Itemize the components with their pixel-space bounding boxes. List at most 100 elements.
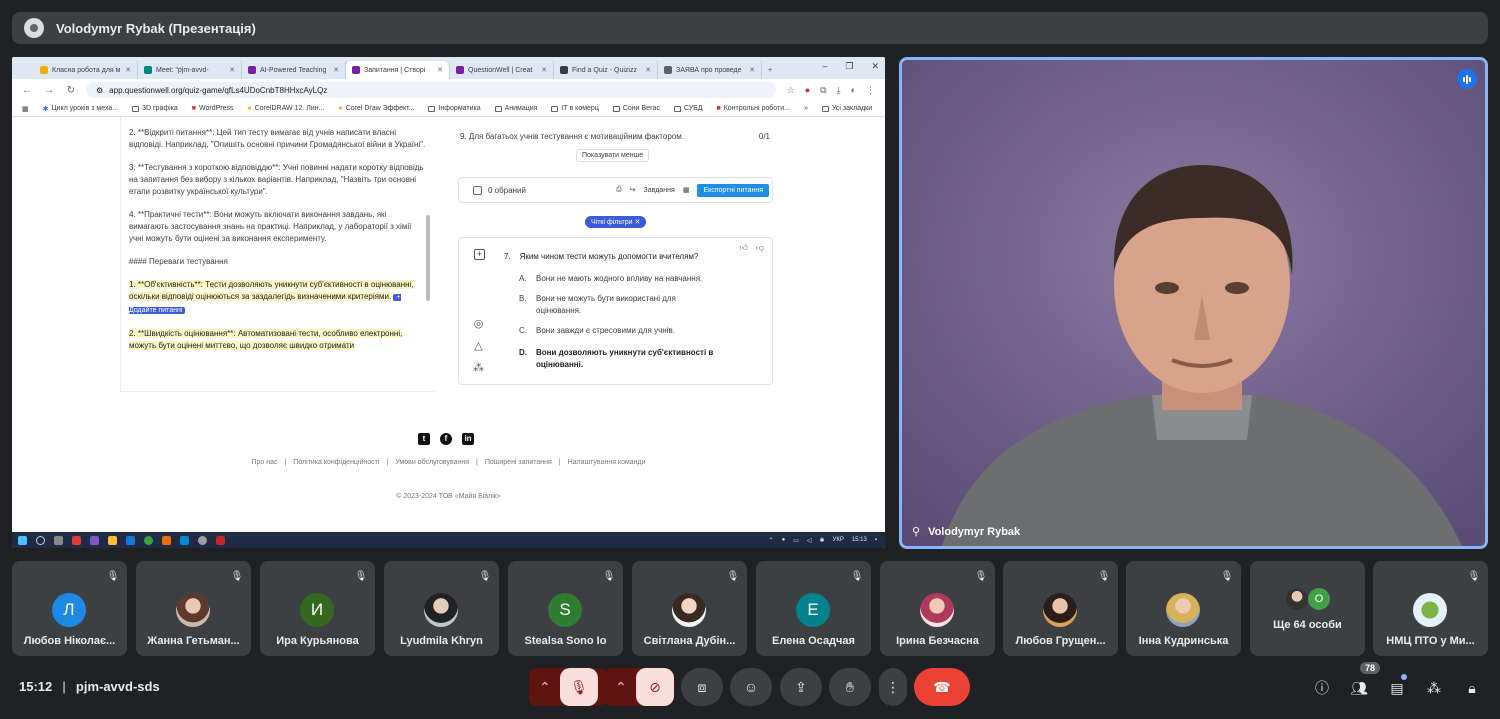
bookmark-item[interactable]: 3D графіка	[132, 105, 178, 112]
new-tab-icon[interactable]: +	[762, 61, 782, 79]
opera-extension-icon[interactable]: ●	[805, 85, 810, 96]
task-view-icon[interactable]	[54, 535, 63, 545]
bookmark-item[interactable]: ● Corel Draw Эффект...	[338, 105, 414, 112]
browser-tab[interactable]: Find a Quiz - Quizizz ✕	[554, 61, 658, 79]
extensions-icon[interactable]: ⧉	[820, 85, 826, 96]
bookmark-star-icon[interactable]: ☆	[787, 85, 795, 96]
folder-app-icon[interactable]	[108, 535, 117, 545]
bookmark-item[interactable]: ✱ Цикл уроків з меха...	[43, 105, 118, 113]
reload-icon[interactable]: ↻	[64, 85, 78, 96]
thumbs-down-icon[interactable]: 👎︎	[756, 243, 764, 253]
meeting-details-icon[interactable]: ⓘ	[1312, 678, 1332, 698]
mic-icon[interactable]: ●	[782, 537, 786, 543]
apps-grid-icon[interactable]: ▦	[22, 105, 29, 113]
activities-icon[interactable]: ⁂	[1424, 678, 1444, 698]
participant-tile[interactable]: 🎙︎ Ірина Безчасна	[880, 561, 995, 656]
difficulty-icon[interactable]: △	[472, 340, 485, 353]
thumbs-up-icon[interactable]: 👍︎	[740, 243, 748, 253]
back-icon[interactable]: ←	[20, 85, 34, 96]
close-icon[interactable]: ✕	[645, 66, 651, 74]
reactions-button[interactable]: ☺	[730, 668, 772, 706]
highlighted-paragraph[interactable]: 2. **Швидкість оцінювання**: Автоматизов…	[129, 328, 427, 352]
close-icon[interactable]: ✕	[125, 66, 131, 74]
footer-link[interactable]: Політика конфіденційності	[293, 459, 379, 466]
minimize-icon[interactable]: –	[822, 61, 827, 72]
bookmark-item[interactable]: Інформатика	[428, 105, 481, 112]
active-speaker-tile[interactable]: ⚲ Volodymyr Rybak	[899, 57, 1488, 549]
regenerate-icon[interactable]: ◎	[472, 318, 485, 331]
profile-icon[interactable]: ◐	[851, 85, 856, 96]
bookmark-item[interactable]: ● CorelDRAW 12. Лин...	[248, 105, 325, 112]
chevron-up-icon[interactable]: ⌃	[769, 537, 774, 544]
video-options-chevron-icon[interactable]: ⌃	[615, 679, 627, 696]
audio-options-chevron-icon[interactable]: ⌃	[539, 679, 551, 696]
download-icon[interactable]: ⤓	[837, 85, 841, 96]
close-icon[interactable]: ✕	[229, 66, 235, 74]
bookmark-item[interactable]: СУБД	[673, 105, 702, 112]
people-icon[interactable]: 👥︎	[1349, 678, 1369, 698]
more-participants-tile[interactable]: О Ще 64 особи	[1250, 561, 1365, 656]
leave-call-button[interactable]: ☎	[914, 668, 970, 706]
maximize-icon[interactable]: ❐	[845, 61, 853, 72]
browser-tab[interactable]: Класна робота для м ✕	[34, 61, 138, 79]
browser-tab[interactable]: Meet: "pjm-avvd- ✕	[138, 61, 242, 79]
linkedin-icon[interactable]: in	[462, 433, 474, 445]
search-icon[interactable]	[36, 535, 45, 545]
captions-button[interactable]: ⧈	[681, 668, 723, 706]
bookmark-item[interactable]: ■ WordPress	[192, 105, 234, 112]
browser-tab-active[interactable]: Запитання | Створі ✕	[346, 61, 450, 79]
bookmark-item[interactable]: Анимация	[494, 105, 537, 112]
participant-tile[interactable]: 🎙︎ Lyudmila Khryn	[384, 561, 499, 656]
menu-icon[interactable]: ⋮	[866, 85, 875, 96]
clear-filters-chip[interactable]: Чіткі фільтри ✕	[585, 216, 647, 228]
footer-link[interactable]: Налаштування команди	[568, 459, 646, 466]
footer-link[interactable]: Поширені запитання	[485, 459, 552, 466]
app-icon[interactable]	[180, 535, 189, 545]
app-icon[interactable]	[126, 535, 135, 545]
more-bookmarks-icon[interactable]: »	[804, 105, 808, 112]
tasks-button[interactable]: Завдання	[644, 187, 675, 194]
taskbar-clock[interactable]: 15:13	[852, 537, 867, 543]
select-all-checkbox[interactable]	[473, 185, 482, 195]
app-icon[interactable]	[162, 535, 171, 545]
more-options-button[interactable]: ⋮	[879, 668, 907, 706]
settings-icon[interactable]: ✱	[820, 537, 825, 544]
close-icon[interactable]: ✕	[634, 219, 640, 226]
network-icon[interactable]: ▭	[793, 537, 799, 544]
facebook-icon[interactable]: f	[440, 433, 452, 445]
footer-link[interactable]: Умови обслуговування	[395, 459, 469, 466]
chrome-icon[interactable]	[144, 535, 153, 545]
participant-tile[interactable]: 🎙︎ Е Елена Осадчая	[756, 561, 871, 656]
app-icon[interactable]	[72, 535, 81, 545]
participant-tile[interactable]: 🎙︎ Інна Кудринська	[1126, 561, 1241, 656]
share-icon[interactable]: ↪	[630, 186, 636, 194]
url-input[interactable]: ⚙ app.questionwell.org/quiz-game/qfLs4UDo…	[86, 82, 776, 98]
language-indicator[interactable]: УКР	[833, 537, 844, 543]
participant-tile[interactable]: 🎙︎ S Stealsa Sono Io	[508, 561, 623, 656]
export-questions-button[interactable]: Експортні питання	[697, 183, 769, 197]
windows-start-icon[interactable]	[18, 535, 27, 545]
microphone-toggle-button[interactable]: 🎙︎	[560, 668, 598, 706]
close-window-icon[interactable]: ✕	[871, 61, 879, 72]
host-controls-icon[interactable]: 🔒︎	[1462, 678, 1482, 698]
notification-icon[interactable]: ▪	[875, 537, 877, 543]
participant-tile[interactable]: 🎙︎ Світлана Дубін...	[632, 561, 747, 656]
footer-link[interactable]: Про нас	[251, 459, 277, 466]
chat-icon[interactable]: ▤	[1387, 678, 1407, 698]
close-icon[interactable]: ✕	[333, 66, 339, 74]
camera-toggle-button[interactable]: ⊘	[636, 668, 674, 706]
bookmark-item[interactable]: IT в комерц	[551, 105, 599, 112]
present-screen-button[interactable]: ⇪	[780, 668, 822, 706]
print-icon[interactable]: ⎙	[616, 186, 622, 194]
volume-icon[interactable]: ◁	[807, 537, 812, 544]
twitter-icon[interactable]: t	[418, 433, 430, 445]
qr-code-icon[interactable]: ▦	[683, 186, 690, 194]
pin-icon[interactable]: ⚲	[912, 525, 920, 538]
raise-hand-button[interactable]: ✋︎	[829, 668, 871, 706]
bookmark-item[interactable]: Сони Вегас	[612, 105, 660, 112]
browser-tab[interactable]: QuestionWell | Creat ✕	[450, 61, 554, 79]
browser-tab[interactable]: ЗАЯВА про проведе ✕	[658, 61, 762, 79]
participant-tile[interactable]: 🎙︎ И Ира Курьянова	[260, 561, 375, 656]
add-question-icon[interactable]: +	[474, 249, 485, 260]
close-icon[interactable]: ✕	[749, 66, 755, 74]
